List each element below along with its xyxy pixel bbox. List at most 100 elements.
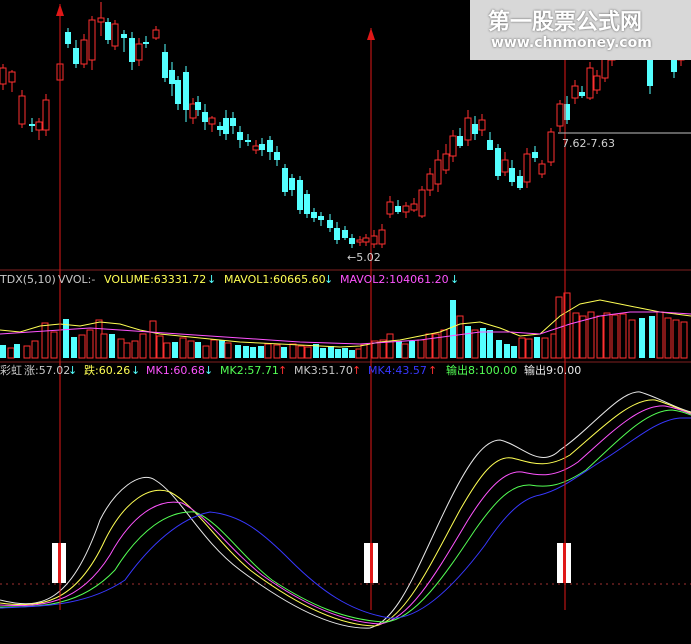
price-range-label: 7.62-7.63 [562,137,615,150]
candle [342,226,348,240]
volume-bar [487,330,493,358]
volume-bar [219,340,225,358]
candle [378,224,386,248]
candle [282,164,288,196]
volume-bar [163,342,171,359]
candle [289,174,295,196]
candle [259,138,265,156]
volume-bar [149,320,157,359]
volume-bar [525,338,533,359]
volume-bar [511,346,517,358]
watermark-title: 第一股票公式网 [488,10,643,35]
volume-bar [195,342,201,358]
candle [464,110,472,146]
volume-bar [320,348,326,358]
volume-bar [656,311,664,359]
volume-bar [297,345,305,359]
volume-bar [496,340,502,358]
volume-bar [131,340,139,359]
candle [418,186,426,218]
volume-bar [401,343,409,359]
volume-bar [250,347,256,358]
signal-block-1-mark [58,543,61,583]
candle [162,44,168,82]
candle [42,94,50,136]
candle [356,236,364,246]
volume-bar [289,343,297,359]
volume-bar [179,337,187,359]
down-arrow-icon: ↓ [131,364,140,377]
candle [105,18,111,44]
volume-bar [86,329,94,359]
candle [509,160,515,186]
volume-bar [456,315,464,359]
candle [152,26,160,40]
candle [426,168,434,196]
volume-bar [243,346,249,358]
candle [217,122,223,136]
candle [18,90,26,128]
volume-bar [335,349,341,358]
candle [556,100,564,132]
stock-chart-screen: ←5.02 7.62-7.63 TDX(5,10) VVOL:- VOLUME:… [0,0,691,644]
candle [579,86,585,98]
candle [65,28,71,48]
volume-bar [603,312,611,359]
volume-bar [360,344,368,359]
candle [386,196,394,218]
candle [129,32,135,70]
output9-label: 输出9:0.00 [524,363,581,377]
indicator-blue-curve [0,417,691,619]
down-arrow-icon: ↓ [68,364,77,377]
candle [532,146,538,162]
volume-bar [123,342,131,359]
volume-bar [50,331,58,359]
volume-bar [440,329,448,359]
volume-bar [465,326,471,358]
volume-bar [342,348,348,358]
candle [410,198,418,212]
candle [487,132,493,150]
candle [370,230,378,248]
volume-bar [619,313,627,359]
candle [523,148,531,188]
up-arrow-icon [56,4,64,16]
volume-bar [7,347,15,359]
volume-bar [224,342,232,359]
vvol-label: VVOL:- [58,273,95,286]
volume-bar [273,344,281,359]
candle [442,144,450,174]
volume-bar [23,345,31,359]
volume-bar [14,344,20,358]
volume-bar [425,333,433,359]
volume-bar [235,345,241,358]
volume-bar [628,319,636,359]
indicator-name-label: 彩虹 [0,364,22,377]
candle [169,62,175,96]
candle [362,234,370,246]
chart-canvas[interactable]: ←5.02 7.62-7.63 TDX(5,10) VVOL:- VOLUME:… [0,0,691,644]
candle [501,152,509,176]
volume-value-label: VOLUME:63331.72 [104,273,206,286]
candle [586,62,594,100]
candle [547,128,555,166]
volume-bar [210,339,218,359]
candle [29,118,35,132]
mk4-label: MK4:43.57 [368,364,427,377]
volume-bar [328,346,334,358]
volume-bar [139,333,147,359]
candle [35,118,43,140]
volume-bar [518,337,526,359]
candle [593,70,601,94]
volume-bar [156,335,164,359]
volume-bar [187,340,195,359]
candle [121,30,127,52]
volume-bar [258,346,264,358]
volume-bar [386,333,394,359]
output8-label: 输出8:100.00 [446,363,517,377]
volume-bar [172,342,178,358]
mk2-label: MK2:57.71 [220,364,279,377]
volume-bar [649,316,655,358]
low-price-marker: ←5.02 [347,251,381,264]
mavol2-label: MAVOL2:104061.20 [340,273,449,286]
